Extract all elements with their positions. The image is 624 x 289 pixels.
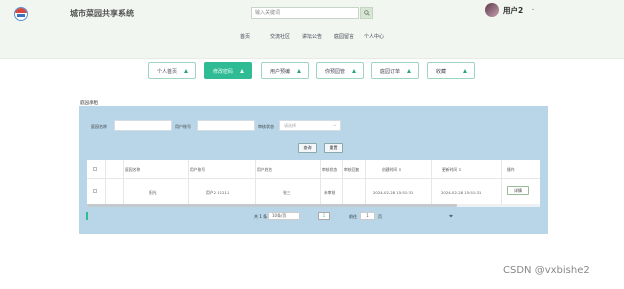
cell-status: 未审核 — [324, 190, 336, 195]
logo-icon[interactable] — [14, 7, 28, 21]
chevron-down-icon[interactable]: ⌄ — [531, 6, 535, 12]
page-number[interactable]: 1 — [318, 212, 330, 220]
column-divider — [365, 160, 366, 204]
user-account-input[interactable] — [197, 120, 255, 131]
filter-name-label: 庭园名称 — [91, 124, 107, 129]
goto-input[interactable]: 1 — [360, 212, 375, 220]
next-page-button[interactable]: › — [334, 213, 336, 218]
tile-user-booking[interactable]: 用户预编 — [261, 62, 309, 79]
tile-personal-home[interactable]: 个人首页 — [148, 62, 196, 79]
select-all-checkbox[interactable] — [93, 167, 97, 171]
filter-account-label: 用户账号 — [175, 124, 191, 129]
arrow-up-icon — [463, 69, 467, 73]
column-header: 用户账号 — [190, 167, 206, 172]
tile-label: 修改密码 — [213, 69, 234, 75]
nav-item-home[interactable]: 首页 — [240, 33, 250, 40]
status-select-value: 请选择 — [284, 123, 296, 128]
search-button[interactable] — [360, 7, 373, 19]
cell-user-account: 用户2 11211 — [206, 190, 230, 195]
column-header[interactable]: 创建时间 ⇕ — [382, 167, 402, 173]
tile-label: 你预园管 — [325, 69, 346, 75]
column-divider — [123, 160, 124, 204]
column-header: 用户姓名 — [257, 167, 273, 172]
cell-user-name: 张三 — [283, 190, 291, 195]
arrow-up-icon — [352, 69, 356, 73]
filter-status-label: 审核状态 — [258, 124, 274, 129]
nav-item-community[interactable]: 交流社区 — [270, 33, 290, 40]
tile-change-password[interactable]: 修改密码 — [204, 62, 252, 79]
main-nav: 首页 交流社区 讲坛公告 庭园留言 个人中心 — [0, 33, 624, 41]
tile-label: 收藏 — [436, 69, 447, 75]
tile-label: 用户预编 — [270, 69, 291, 75]
reset-button[interactable]: 重置 — [324, 143, 343, 153]
nav-item-profile[interactable]: 个人中心 — [364, 33, 384, 40]
tile-garden-orders[interactable]: 庭园订单 — [371, 62, 419, 79]
arrow-up-icon — [407, 69, 411, 73]
watermark: CSDN @vxbishe2 — [503, 265, 590, 276]
arrow-up-icon — [240, 69, 244, 73]
pager-total: 共 1 条 — [254, 214, 268, 219]
site-title: 城市菜园共享系统 — [70, 9, 134, 18]
column-divider — [342, 160, 343, 204]
data-table: 庭园名称 用户账号 用户姓名 审核状态 审核回复 创建时间 ⇕ 更新时间 ⇕ 操… — [87, 160, 540, 207]
garden-name-input[interactable] — [114, 120, 172, 131]
arrow-up-icon — [184, 69, 188, 73]
tile-label: 庭园订单 — [380, 69, 401, 75]
column-header[interactable]: 更新时间 ⇕ — [442, 167, 462, 173]
search-icon — [363, 10, 370, 16]
cell-updated: 2024-02-28 15:51:31 — [441, 190, 482, 195]
search-input[interactable]: 输入关键词 — [251, 7, 359, 19]
column-header: 庭园名称 — [125, 167, 141, 172]
column-divider — [320, 160, 321, 204]
table-header: 庭园名称 用户账号 用户姓名 审核状态 审核回复 创建时间 ⇕ 更新时间 ⇕ 操… — [87, 160, 540, 179]
detail-button[interactable]: 详情 — [507, 186, 529, 195]
goto-label: 前往 — [349, 214, 357, 219]
column-divider — [501, 160, 502, 204]
column-divider — [431, 160, 432, 204]
scroll-indicator — [86, 212, 88, 220]
status-select[interactable]: 请选择 ⌄ — [279, 120, 341, 131]
mouse-cursor-icon: ⌖ — [449, 212, 453, 220]
column-divider — [105, 160, 106, 204]
column-divider — [255, 160, 256, 204]
tile-favorites[interactable]: 收藏 — [427, 62, 475, 79]
cell-garden-name: 阳光 — [149, 190, 157, 195]
cell-created: 2024-02-28 15:51:31 — [373, 190, 414, 195]
tile-label: 个人首页 — [157, 69, 178, 75]
nav-item-messages[interactable]: 庭园留言 — [334, 33, 354, 40]
site-header: 城市菜园共享系统 输入关键词 用户2 ⌄ 首页 交流社区 讲坛公告 庭园留言 个… — [0, 0, 624, 59]
table-scrollbar[interactable] — [87, 204, 540, 207]
prev-page-button[interactable]: ‹ — [310, 213, 312, 218]
page-size-select[interactable]: 10条/页 — [268, 212, 300, 220]
row-checkbox[interactable] — [93, 189, 97, 193]
scrollbar-thumb[interactable] — [87, 204, 457, 207]
column-header: 审核状态 — [322, 167, 338, 172]
arrow-up-icon — [297, 69, 301, 73]
chevron-down-icon: ⌄ — [332, 122, 337, 128]
column-divider — [188, 160, 189, 204]
column-header: 审核回复 — [344, 167, 360, 172]
user-name[interactable]: 用户2 — [503, 5, 523, 16]
goto-unit: 页 — [378, 214, 382, 219]
nav-item-announcements[interactable]: 讲坛公告 — [302, 33, 322, 40]
column-header: 操作 — [507, 167, 515, 172]
search-button[interactable]: 查询 — [298, 143, 317, 153]
tile-garden-manage[interactable]: 你预园管 — [316, 62, 364, 79]
avatar[interactable] — [485, 3, 499, 17]
